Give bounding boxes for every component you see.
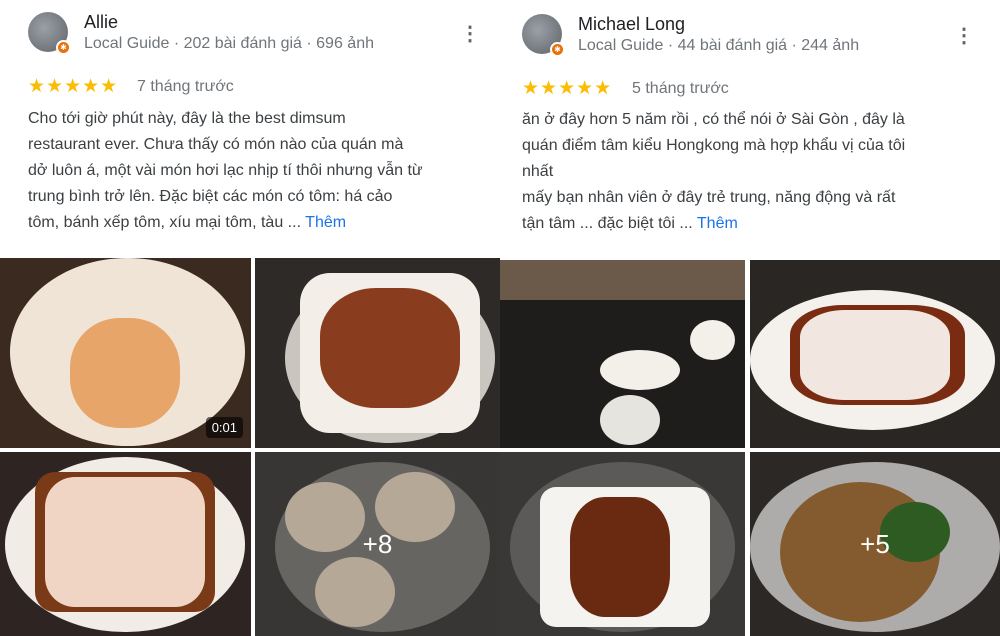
star-rating: ★★★★★ [28,76,119,97]
more-link[interactable]: Thêm [305,214,346,231]
review-body: Cho tới giờ phút này, đây là the best di… [28,110,423,231]
video-duration: 0:01 [205,417,243,438]
more-photos-count: +8 [255,452,500,636]
review-photo[interactable] [0,452,251,636]
review-date: 7 tháng trước [137,78,234,95]
more-options-icon[interactable]: ⋮ [460,24,480,44]
local-guide-badge-icon: ✱ [550,42,565,57]
review-photo[interactable] [255,258,500,448]
local-guide-badge-icon: ✱ [56,40,71,55]
review-date: 5 tháng trước [632,80,729,97]
more-link[interactable]: Thêm [697,215,738,232]
reviewer-name[interactable]: Michael Long [578,14,685,35]
review-photo-more[interactable]: +8 [255,452,500,636]
reviewer-meta: Local Guide · 44 bài đánh giá · 244 ảnh [578,37,860,54]
reviewer-name[interactable]: Allie [84,12,118,33]
star-rating: ★★★★★ [522,78,613,99]
reviewer-meta: Local Guide · 202 bài đánh giá · 696 ảnh [84,35,374,52]
review-allie: ✱ Allie Local Guide · 202 bài đánh giá ·… [0,0,500,636]
avatar[interactable]: ✱ [522,14,565,57]
more-options-icon[interactable]: ⋮ [954,26,974,46]
review-text: ăn ở đây hơn 5 năm rồi , có thể nói ở Sà… [522,107,998,237]
review-photo[interactable] [500,452,745,636]
review-photo[interactable] [750,260,1000,448]
reviews-container: ✱ Allie Local Guide · 202 bài đánh giá ·… [0,0,1000,636]
more-photos-count: +5 [750,452,1000,636]
review-body: ăn ở đây hơn 5 năm rồi , có thể nói ở Sà… [522,111,906,232]
review-photo[interactable] [500,260,745,448]
review-text: Cho tới giờ phút này, đây là the best di… [28,106,498,236]
avatar[interactable]: ✱ [28,12,71,55]
review-photo-more[interactable]: +5 [750,452,1000,636]
review-photo-video[interactable]: 0:01 [0,258,251,448]
review-michael-long: ✱ Michael Long Local Guide · 44 bài đánh… [500,0,1000,636]
